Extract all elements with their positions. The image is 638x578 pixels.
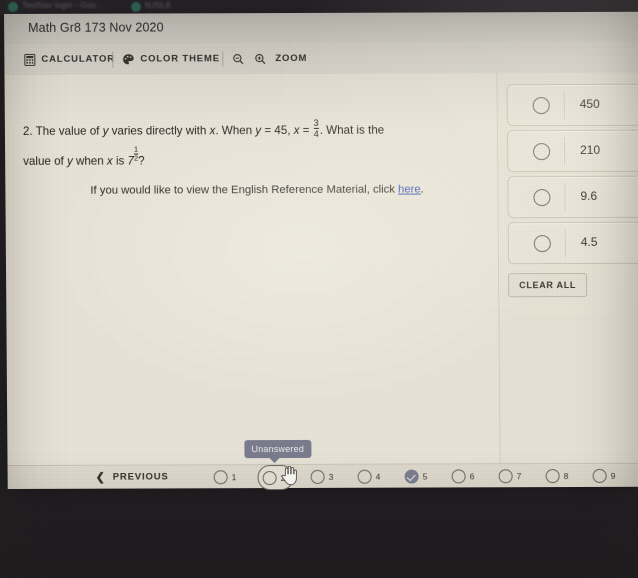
pager-number-1: 1 <box>231 471 237 482</box>
pager-item-3[interactable]: 3 <box>310 467 334 486</box>
answer-option-1[interactable]: 450 <box>506 83 638 127</box>
answer-option-2[interactable]: 210 <box>506 129 638 173</box>
option-divider-1 <box>563 91 565 120</box>
magnifier-minus-icon[interactable] <box>232 53 244 65</box>
test-application: Math Gr8 173 Nov 2020 CALCULATOR COLOR T… <box>4 11 638 491</box>
pager-item-9[interactable]: 9 <box>592 466 616 485</box>
pager-circle-1 <box>213 469 228 484</box>
pager-circle-2 <box>262 470 277 485</box>
pager-number-3: 3 <box>328 471 334 482</box>
question-line2-part-a: value of <box>23 154 68 168</box>
photographed-screen: TestNav login - Goo... NJSLA Math Gr8 17… <box>0 0 638 578</box>
previous-label: PREVIOUS <box>112 471 169 483</box>
question-pane: 2. The value of y varies directly with x… <box>4 73 500 465</box>
reference-material-line: If you would like to view the English Re… <box>90 184 424 197</box>
pager-number-4: 4 <box>375 471 381 482</box>
browser-tab-2[interactable]: NJSLA <box>145 1 171 10</box>
tab-favicon-2 <box>131 2 141 12</box>
fraction-three-fourths: 34 <box>313 117 319 139</box>
reference-material-text: If you would like to view the English Re… <box>90 183 399 197</box>
pager-circle-6 <box>451 468 466 483</box>
answer-option-3-label: 9.6 <box>580 188 598 203</box>
assessment-header: Math Gr8 173 Nov 2020 <box>4 11 638 45</box>
radio-button-2[interactable] <box>533 143 551 161</box>
unanswered-tooltip: Unanswered <box>244 439 312 459</box>
reference-material-link[interactable]: here <box>398 184 421 196</box>
mouse-cursor-hand-icon <box>281 465 297 486</box>
question-line1-part-f: . What is the <box>319 123 385 137</box>
color-theme-label: COLOR THEME <box>140 53 220 65</box>
previous-button[interactable]: ❮ PREVIOUS <box>96 470 169 483</box>
assessment-title: Math Gr8 173 Nov 2020 <box>28 20 164 35</box>
pager-circle-5 <box>404 469 419 484</box>
answer-option-4[interactable]: 4.5 <box>507 221 638 265</box>
question-line1-part-e: = <box>299 123 313 137</box>
pager-circle-3 <box>310 469 325 484</box>
pager-number-5: 5 <box>422 471 428 482</box>
tool-bar: CALCULATOR COLOR THEME ZOOM <box>4 41 638 76</box>
option-divider-2 <box>563 137 566 166</box>
answer-option-3[interactable]: 9.6 <box>507 175 638 219</box>
pager-number-6: 6 <box>469 470 475 481</box>
pager-item-8[interactable]: 8 <box>545 466 569 485</box>
pager-circle-8 <box>545 468 560 483</box>
answer-option-2-label: 210 <box>580 142 601 157</box>
question-number: 2. <box>22 124 33 138</box>
pager-number-8: 8 <box>563 470 569 481</box>
question-line2-part-d: ? <box>138 154 145 168</box>
magnifier-plus-icon[interactable] <box>254 53 266 65</box>
bottom-navigation-bar: ❮ PREVIOUS 1 2 3 4 <box>7 462 638 491</box>
fraction-numerator: 3 <box>313 117 319 128</box>
pager-circle-9 <box>592 468 607 483</box>
question-text: 2. The value of y varies directly with x… <box>23 115 475 176</box>
option-divider-4 <box>564 229 566 258</box>
question-line2-part-b: when <box>72 154 108 168</box>
toolbar-divider-1 <box>112 51 114 68</box>
reference-material-period: . <box>420 183 424 196</box>
radio-button-3[interactable] <box>533 189 551 207</box>
calculator-label: CALCULATOR <box>41 53 115 65</box>
option-divider-3 <box>564 183 566 212</box>
zoom-label: ZOOM <box>275 52 308 65</box>
mixed-numerator: 1 <box>133 144 139 154</box>
question-line1-part-c: . When <box>215 124 256 138</box>
pager-item-1[interactable]: 1 <box>213 467 237 486</box>
zoom-controls: ZOOM <box>232 49 307 68</box>
pager-circle-7 <box>498 468 513 483</box>
chevron-left-icon: ❮ <box>95 471 106 484</box>
answer-pane: 450 210 9.6 4.5 CLEAR ALL <box>496 72 638 464</box>
pager-circle-4 <box>357 469 372 484</box>
toolbar-divider-2 <box>222 51 224 68</box>
clear-all-button[interactable]: CLEAR ALL <box>508 272 588 298</box>
pager-number-7: 7 <box>516 470 522 481</box>
palette-icon <box>122 53 134 65</box>
question-pager: 1 2 3 4 5 <box>206 464 638 491</box>
color-theme-button[interactable]: COLOR THEME <box>122 49 220 68</box>
question-line1-part-a: The value of <box>35 124 103 138</box>
question-line2-part-c: is <box>112 154 128 168</box>
browser-tab-1[interactable]: TestNav login - Goo... <box>22 1 103 10</box>
fraction-denominator: 4 <box>313 127 319 139</box>
tab-favicon-1 <box>8 2 18 12</box>
radio-button-1[interactable] <box>532 97 550 115</box>
question-line1-part-b: varies directly with <box>108 124 210 138</box>
pager-item-6[interactable]: 6 <box>451 466 475 485</box>
radio-button-4[interactable] <box>533 235 551 253</box>
pager-number-9: 9 <box>610 470 616 481</box>
answer-option-1-label: 450 <box>579 96 600 111</box>
calculator-icon <box>24 53 36 66</box>
mixed-number-seven-and-half: 712 <box>127 144 139 176</box>
pager-item-4[interactable]: 4 <box>357 467 381 486</box>
pager-item-7[interactable]: 7 <box>498 466 522 485</box>
question-line1-part-d: = 45, <box>261 123 294 138</box>
calculator-button[interactable]: CALCULATOR <box>24 50 115 69</box>
answer-option-4-label: 4.5 <box>580 234 598 249</box>
pager-item-5[interactable]: 5 <box>404 467 428 486</box>
